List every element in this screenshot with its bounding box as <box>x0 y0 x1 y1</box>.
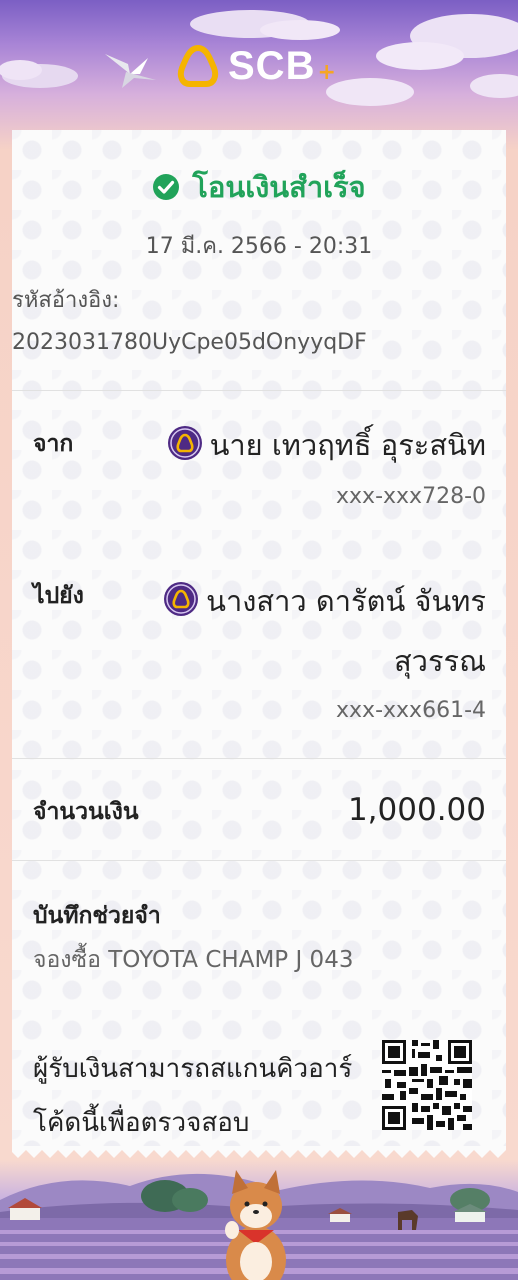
memo-value: จองซื้อ TOYOTA CHAMP J 043 <box>33 947 354 973</box>
divider <box>12 758 506 759</box>
divider <box>12 390 506 391</box>
brand-name: SCB <box>228 43 316 88</box>
reference-label: รหัสอ้างอิง: <box>12 288 120 313</box>
brand-plus: + <box>317 59 336 85</box>
scb-bank-icon <box>167 426 202 460</box>
status-row: โอนเงินสำเร็จ <box>12 164 506 210</box>
divider <box>12 860 506 861</box>
landscape-illustration <box>0 1170 518 1280</box>
transaction-datetime: 17 มี.ค. 2566 - 20:31 <box>145 234 373 259</box>
qr-verification-note: ผู้รับเงินสามารถสแกนคิวอาร์โค้ดนี้เพื่อต… <box>33 1054 353 1138</box>
sender-account: xxx-xxx728-0 <box>336 484 486 509</box>
amount-label: จำนวนเงิน <box>33 799 139 825</box>
scb-bank-icon <box>164 582 199 616</box>
bird-illustration <box>105 54 156 88</box>
sender-name-row: นาย เทวฤทธิ์ อุระสนิท <box>167 422 486 468</box>
transfer-receipt: โอนเงินสำเร็จ 17 มี.ค. 2566 - 20:31 รหัส… <box>12 130 506 1150</box>
sender-name: นาย เทวฤทธิ์ อุระสนิท <box>209 428 486 462</box>
qr-code-icon[interactable] <box>382 1040 472 1130</box>
to-label: ไปยัง <box>33 583 84 609</box>
memo-label: บันทึกช่วยจำ <box>33 903 161 929</box>
scb-logo: SCB + <box>176 42 336 90</box>
recipient-name-row: นางสาว ดารัตน์ จันทร <box>164 578 486 624</box>
recipient-account: xxx-xxx661-4 <box>336 698 486 723</box>
status-text: โอนเงินสำเร็จ <box>192 170 366 204</box>
check-circle-icon <box>153 174 180 200</box>
from-label: จาก <box>33 431 74 457</box>
recipient-name-line2: สุวรรณ <box>393 644 486 678</box>
reference-value: 2023031780UyCpe05dOnyyqDF <box>12 330 367 355</box>
amount-value: 1,000.00 <box>347 792 486 828</box>
scb-logo-icon <box>177 44 219 87</box>
recipient-name-line1: นางสาว ดารัตน์ จันทร <box>206 584 486 618</box>
